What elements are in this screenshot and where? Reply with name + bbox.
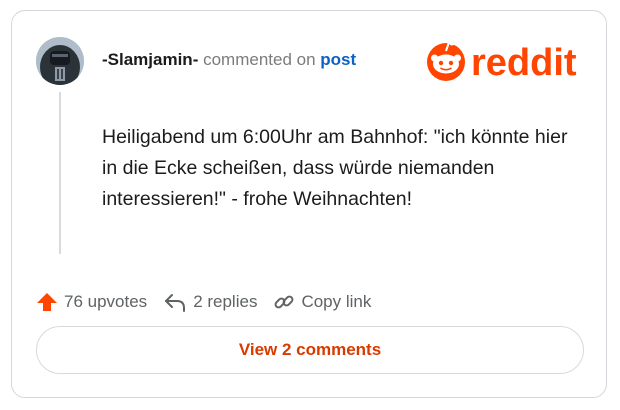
link-icon xyxy=(275,295,294,309)
post-link[interactable]: post xyxy=(320,50,356,69)
upvote-arrow-icon xyxy=(37,293,57,311)
username[interactable]: -Slamjamin- xyxy=(102,50,198,69)
copy-link-label: Copy link xyxy=(301,292,372,311)
replies-button[interactable]: 2 replies xyxy=(163,291,257,313)
replies-count: 2 replies xyxy=(193,292,258,311)
upvote-button[interactable]: 76 upvotes xyxy=(36,291,147,313)
reddit-wordmark: reddit xyxy=(471,42,577,84)
copy-link-button[interactable]: Copy link xyxy=(273,291,371,313)
reply-arrow-icon xyxy=(165,294,186,312)
reddit-snoo-icon xyxy=(427,39,465,81)
view-comments-button[interactable]: View 2 comments xyxy=(36,326,584,374)
reddit-logo[interactable]: reddit xyxy=(425,38,589,84)
comment-body: Heiligabend um 6:00Uhr am Bahnhof: "ich … xyxy=(102,126,568,210)
comment-actions: 76 upvotes 2 replies Copy link xyxy=(36,289,387,315)
view-comments-label: View 2 comments xyxy=(238,340,382,359)
comment-header: -Slamjamin- commented on post xyxy=(102,49,356,71)
user-avatar-icon xyxy=(36,37,84,85)
thread-line xyxy=(59,92,61,254)
commented-on-label: commented on xyxy=(203,50,316,69)
user-avatar[interactable] xyxy=(36,37,84,85)
upvote-count: 76 upvotes xyxy=(64,292,148,311)
